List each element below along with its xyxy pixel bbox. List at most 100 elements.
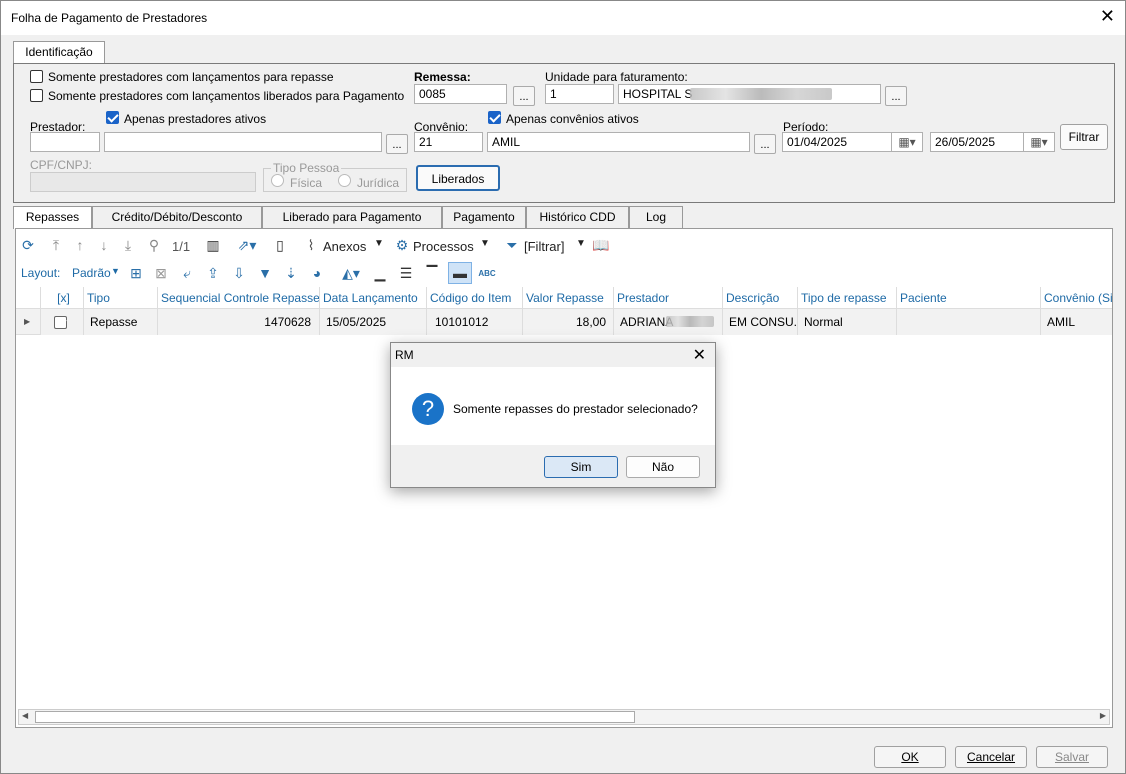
row-checkbox[interactable]	[54, 316, 67, 329]
upload-icon[interactable]: ⇪	[205, 265, 221, 281]
yes-button[interactable]: Sim	[544, 456, 618, 478]
periodo-inicio-input[interactable]: 01/04/2025	[782, 132, 892, 152]
scroll-left-icon[interactable]: ◀	[22, 711, 28, 720]
liberados-button[interactable]: Liberados	[416, 165, 500, 191]
col-descricao[interactable]: Descrição	[722, 287, 797, 309]
horizontal-scrollbar[interactable]: ◀ ▶	[18, 709, 1110, 725]
dialog-title: RM	[395, 348, 414, 362]
shapes-icon[interactable]: ◕	[309, 265, 325, 281]
col-sequencial[interactable]: Sequencial Controle Repasse	[157, 287, 320, 309]
col-valor[interactable]: Valor Repasse	[522, 287, 613, 309]
cell-descricao: EM CONSU...	[722, 309, 797, 335]
tab-credito[interactable]: Crédito/Débito/Desconto	[92, 206, 262, 228]
radio-juridica-label: Jurídica	[357, 176, 400, 190]
columns-icon[interactable]: ▥	[204, 237, 222, 253]
pin-icon[interactable]: ⇣	[283, 265, 299, 281]
filtrar-menu[interactable]: [Filtrar]	[524, 239, 564, 254]
col-select[interactable]: [x]	[40, 287, 83, 309]
tab-liberado[interactable]: Liberado para Pagamento	[262, 206, 442, 228]
paperclip-icon[interactable]: ⌇	[304, 237, 318, 253]
col-data[interactable]: Data Lançamento	[319, 287, 426, 309]
col-convenio[interactable]: Convênio (Sigl	[1040, 287, 1112, 309]
cell-data: 15/05/2025	[319, 309, 426, 335]
col-tipo[interactable]: Tipo	[83, 287, 157, 309]
gear-icon[interactable]: ⚙	[394, 237, 410, 253]
save-button[interactable]: Salvar	[1036, 746, 1108, 768]
tab-repasses[interactable]: Repasses	[13, 206, 92, 229]
radio-juridica[interactable]	[338, 174, 351, 187]
split-icon[interactable]: ☰	[398, 265, 414, 281]
apply-layout-icon[interactable]: ⤶	[179, 265, 195, 281]
chart-icon[interactable]: ◭▾	[338, 265, 364, 281]
col-prestador[interactable]: Prestador	[613, 287, 722, 309]
chevron-down-icon[interactable]: ▼	[576, 238, 586, 249]
convenio-code-input[interactable]: 21	[414, 132, 483, 152]
scroll-right-icon[interactable]: ▶	[1100, 711, 1106, 720]
tab-pagamento[interactable]: Pagamento	[442, 206, 526, 228]
col-tipo-repasse[interactable]: Tipo de repasse	[797, 287, 896, 309]
first-icon[interactable]: ⤒	[48, 237, 64, 253]
title-bar: Folha de Pagamento de Prestadores ✕	[1, 1, 1125, 35]
cpf-label: CPF/CNPJ:	[30, 158, 93, 172]
prestador-code-input[interactable]	[30, 132, 100, 152]
chevron-down-icon[interactable]: ▼	[111, 266, 120, 276]
abc-icon[interactable]: ABC	[476, 265, 498, 281]
no-button[interactable]: Não	[626, 456, 700, 478]
search-icon[interactable]: ⚲	[146, 237, 162, 253]
col-paciente[interactable]: Paciente	[896, 287, 1040, 309]
chevron-down-icon[interactable]: ▼	[374, 238, 384, 249]
checkbox-repasse[interactable]	[30, 70, 43, 83]
layout-select[interactable]: Padrão	[72, 266, 111, 280]
prestador-lookup-button[interactable]: ...	[386, 134, 408, 154]
tab-identificacao[interactable]: Identificação	[13, 41, 105, 63]
delete-layout-icon[interactable]: ⊠	[153, 265, 169, 281]
band-icon[interactable]: ▬	[448, 262, 472, 284]
prestador-name-input[interactable]	[104, 132, 382, 152]
download-icon[interactable]: ⇩	[231, 265, 247, 281]
filter-icon[interactable]: ⏷	[504, 237, 520, 253]
refresh-icon[interactable]: ⟳	[20, 237, 36, 253]
book-icon[interactable]: 📖	[592, 237, 610, 253]
calendar-icon[interactable]: ▦▾	[891, 132, 923, 152]
export-icon[interactable]: ⇗▾	[234, 237, 260, 253]
remessa-lookup-button[interactable]: ...	[513, 86, 535, 106]
blurred-text	[666, 316, 714, 327]
add-layout-icon[interactable]: ⊞	[128, 265, 144, 281]
dialog-close-icon[interactable]: ✕	[693, 345, 706, 365]
cell-convenio: AMIL	[1040, 309, 1112, 335]
window-title: Folha de Pagamento de Prestadores	[11, 11, 208, 25]
last-icon[interactable]: ⤓	[120, 237, 136, 253]
footer-icon[interactable]: ▁	[372, 265, 388, 281]
tab-log[interactable]: Log	[629, 206, 683, 228]
tab-historico[interactable]: Histórico CDD	[526, 206, 629, 228]
checkbox-liberados[interactable]	[30, 89, 43, 102]
unidade-code-input[interactable]: 1	[545, 84, 614, 104]
header-icon[interactable]: ▔	[424, 265, 440, 281]
ok-button[interactable]: OK	[874, 746, 946, 768]
down-icon[interactable]: ↓	[96, 237, 112, 253]
processos-menu[interactable]: Processos	[413, 239, 474, 254]
cpf-input	[30, 172, 256, 192]
periodo-fim-input[interactable]: 26/05/2025	[930, 132, 1024, 152]
radio-fisica[interactable]	[271, 174, 284, 187]
col-codigo[interactable]: Código do Item	[426, 287, 522, 309]
paint-icon[interactable]: ▼	[257, 265, 273, 281]
layout-label: Layout:	[21, 266, 61, 280]
convenio-name-input[interactable]: AMIL	[487, 132, 750, 152]
document-icon[interactable]: ▯	[272, 237, 288, 253]
filtrar-button[interactable]: Filtrar	[1060, 124, 1108, 150]
convenio-lookup-button[interactable]: ...	[754, 134, 776, 154]
scroll-thumb[interactable]	[35, 711, 635, 723]
calendar-icon[interactable]: ▦▾	[1023, 132, 1055, 152]
chevron-down-icon[interactable]: ▼	[480, 238, 490, 249]
cancel-button[interactable]: Cancelar	[955, 746, 1027, 768]
anexos-menu[interactable]: Anexos	[323, 239, 366, 254]
convenios-ativos-checkbox[interactable]	[488, 111, 501, 124]
unidade-lookup-button[interactable]: ...	[885, 86, 907, 106]
up-icon[interactable]: ↑	[72, 237, 88, 253]
prestadores-ativos-checkbox[interactable]	[106, 111, 119, 124]
unidade-name-text: HOSPITAL S	[623, 87, 693, 101]
remessa-input[interactable]: 0085	[414, 84, 507, 104]
close-icon[interactable]: ✕	[1100, 7, 1115, 25]
row-expand-icon[interactable]: ▶	[24, 317, 30, 326]
